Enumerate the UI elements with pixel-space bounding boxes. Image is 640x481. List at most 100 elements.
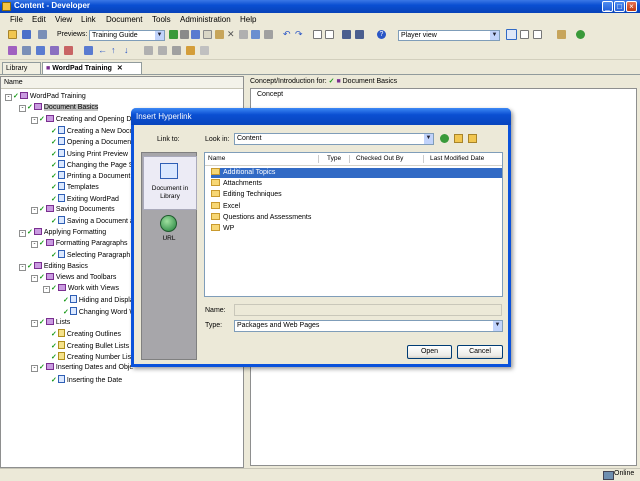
tree-item[interactable]: ✓ Selecting Paragraph T [43,250,136,260]
collapse-icon[interactable]: - [31,240,38,248]
collapse-icon[interactable]: - [31,207,38,214]
place-document-in-library[interactable]: Document in Library [143,156,197,210]
tree-item[interactable]: ✓ Creating Number Lists [43,351,137,362]
collapse-icon[interactable] [325,30,334,39]
tree-item[interactable]: ✓ Changing Word W [55,306,136,317]
move-down-icon[interactable]: ↓ [124,46,133,55]
remove-icon[interactable] [64,46,73,55]
tree-item[interactable]: ✓ Printing a Document [43,171,130,181]
file-row[interactable]: Excel [211,201,240,212]
file-row[interactable]: Editing Techniques [211,190,282,200]
collapse-icon[interactable]: - [43,286,50,294]
concept-tab[interactable]: Concept [257,91,283,98]
collapse-icon[interactable]: - [19,263,26,271]
move-up-icon[interactable]: ↑ [111,46,120,55]
tree-item[interactable]: ✓ Creating a New Docu [43,125,133,136]
check-in-icon[interactable] [172,46,181,55]
col-checked-out-by[interactable]: Checked Out By [356,154,403,164]
cancel-button[interactable]: Cancel [457,345,503,359]
file-row[interactable]: Additional Topics [211,168,275,178]
tree-item[interactable]: - ✓ Applying Formatting [19,227,106,238]
layout-two-icon[interactable] [520,30,529,39]
tree-item[interactable]: ✓ Templates [43,182,99,192]
print-icon[interactable] [180,30,189,39]
copy-icon[interactable] [203,30,212,39]
close-button[interactable]: × [626,1,637,12]
preview-go-icon[interactable] [169,30,178,39]
tree-item[interactable]: ✓ Opening a Document [43,137,133,147]
insert-icon[interactable] [50,46,59,55]
menu-file[interactable]: File [10,15,23,24]
collapse-icon[interactable]: - [19,229,26,237]
name-field[interactable] [234,304,502,316]
tree-item[interactable]: - ✓ Saving Documents [31,205,115,215]
import-icon[interactable] [557,30,566,39]
delete-icon[interactable]: ✕ [227,30,236,39]
maximize-button[interactable]: □ [614,1,625,12]
collapse-icon[interactable]: - [19,105,26,113]
paste-icon[interactable] [215,30,224,39]
tree-item[interactable]: - ✓ Formatting Paragraphs [31,238,127,249]
menu-administration[interactable]: Administration [180,15,231,24]
new-module-icon[interactable] [8,46,17,55]
file-row[interactable]: WP [211,224,234,234]
new-topic-icon[interactable] [36,46,45,55]
collapse-icon[interactable]: - [31,274,38,282]
menu-view[interactable]: View [55,15,72,24]
move-left-icon[interactable]: ← [98,46,107,55]
file-row[interactable]: Questions and Assessments [211,212,311,223]
check-out-icon[interactable] [158,46,167,55]
minimize-button[interactable]: _ [602,1,613,12]
up-folder-icon[interactable] [454,134,463,143]
tree-item[interactable]: - ✓ Creating and Opening Do [31,114,135,125]
collapse-icon[interactable]: - [5,94,12,101]
place-url[interactable]: URL [143,213,195,249]
help-icon[interactable]: ? [377,30,386,39]
collapse-icon[interactable]: - [31,365,38,373]
close-tab-icon[interactable]: ✕ [117,65,123,72]
new-folder-icon[interactable] [468,134,477,143]
publish-icon[interactable] [38,30,47,39]
type-select[interactable]: Packages and Web Pages ▼ [234,320,503,332]
cut-icon[interactable] [191,30,200,39]
col-last-modified[interactable]: Last Modified Date [430,154,484,164]
menu-tools[interactable]: Tools [152,15,171,24]
refresh-icon[interactable] [576,30,585,39]
view-select[interactable]: Player view ▼ [398,30,500,41]
tree-item[interactable]: ✓ Inserting the Date [43,374,122,385]
tree-column-header[interactable]: Name [1,77,243,89]
tree-item[interactable]: ✓ Creating Outlines [43,329,121,339]
file-row[interactable]: Attachments [211,179,262,189]
tab-wordpad-training[interactable]: ■ WordPad Training ✕ [42,62,142,74]
layout-one-icon[interactable] [506,29,517,40]
tree-item[interactable]: - ✓ Work with Views [43,284,119,294]
tree-item[interactable]: ✓ Using Print Preview [43,148,128,159]
outline-icon[interactable] [84,46,93,55]
find-next-icon[interactable] [355,30,364,39]
open-icon[interactable] [8,30,17,39]
tree-item[interactable]: ✓ Saving a Document an [43,216,138,226]
tree-item[interactable]: - ✓ Lists [31,318,70,328]
tree-item[interactable]: - ✓ Editing Basics [19,261,88,272]
collapse-icon[interactable]: - [31,116,38,124]
tree-item[interactable]: ✓ Creating Bullet Lists [43,340,129,351]
undo-checkout-icon[interactable] [200,46,209,55]
menu-edit[interactable]: Edit [32,15,46,24]
tree-item[interactable]: ✓ Changing the Page S [43,159,133,170]
tab-library[interactable]: Library [2,62,41,74]
menu-document[interactable]: Document [106,15,142,24]
previews-select[interactable]: Training Guide ▼ [89,30,165,41]
redo-icon[interactable]: ↷ [295,30,304,39]
link-icon[interactable] [264,30,273,39]
col-type[interactable]: Type [327,154,341,164]
new-section-icon[interactable] [22,46,31,55]
menu-help[interactable]: Help [240,15,256,24]
binoculars-icon[interactable] [342,30,351,39]
properties-icon[interactable] [239,30,248,39]
history-icon[interactable] [186,46,195,55]
menu-link[interactable]: Link [81,15,96,24]
back-icon[interactable] [440,134,449,143]
col-name[interactable]: Name [208,154,225,164]
tree-item[interactable]: - ✓ WordPad Training [5,92,86,102]
undo-icon[interactable]: ↶ [283,30,292,39]
